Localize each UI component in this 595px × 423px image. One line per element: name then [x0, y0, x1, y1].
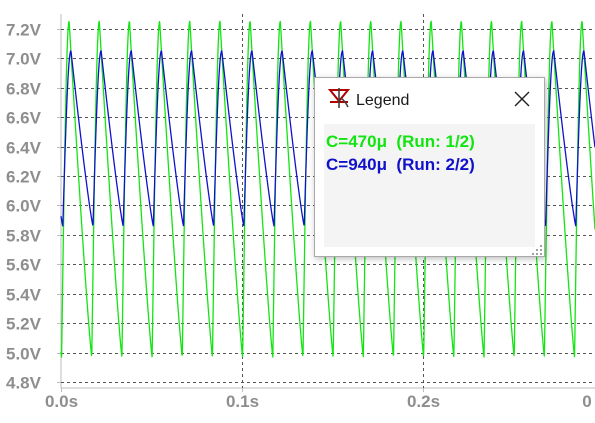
x-axis: 0.0s 0.1s 0.2s 0 — [45, 388, 592, 411]
ltspice-diode-icon — [327, 88, 351, 108]
y-tick-label: 4.8V — [6, 374, 42, 393]
x-tick-label: 0.0s — [45, 392, 78, 411]
legend-titlebar[interactable]: Legend — [315, 78, 544, 120]
x-tick-label: 0.1s — [226, 392, 259, 411]
y-tick-label: 6.2V — [6, 168, 42, 187]
y-tick-label: 5.6V — [6, 256, 42, 275]
legend-window[interactable]: Legend C=470μ (Run: 1/2) C=940μ (Run: 2/… — [314, 77, 545, 257]
legend-entry-run-1[interactable]: C=470μ (Run: 1/2) — [326, 132, 475, 152]
y-tick-label: 5.0V — [6, 345, 42, 364]
y-tick-label: 5.8V — [6, 227, 42, 246]
legend-entry-run-2[interactable]: C=940μ (Run: 2/2) — [326, 155, 475, 175]
y-tick-label: 7.0V — [6, 50, 42, 69]
y-tick-label: 6.0V — [6, 197, 42, 216]
y-tick-label: 6.4V — [6, 139, 42, 158]
y-tick-label: 6.8V — [6, 80, 42, 99]
y-tick-label: 5.4V — [6, 286, 42, 305]
legend-title: Legend — [356, 92, 410, 109]
resize-grip-icon[interactable] — [531, 243, 543, 255]
y-tick-label: 5.2V — [6, 315, 42, 334]
y-tick-label: 6.6V — [6, 109, 42, 128]
x-tick-label: 0 — [582, 392, 591, 411]
y-tick-label: 7.2V — [6, 21, 42, 40]
legend-body: C=470μ (Run: 1/2) C=940μ (Run: 2/2) — [324, 124, 535, 247]
close-icon[interactable] — [508, 86, 536, 112]
y-axis: 4.8V 5.0V 5.2V 5.4V 5.6V 5.8V 6.0V 6.2V 6.4V 6.6V… — [6, 21, 61, 393]
x-tick-label: 0.2s — [407, 392, 440, 411]
